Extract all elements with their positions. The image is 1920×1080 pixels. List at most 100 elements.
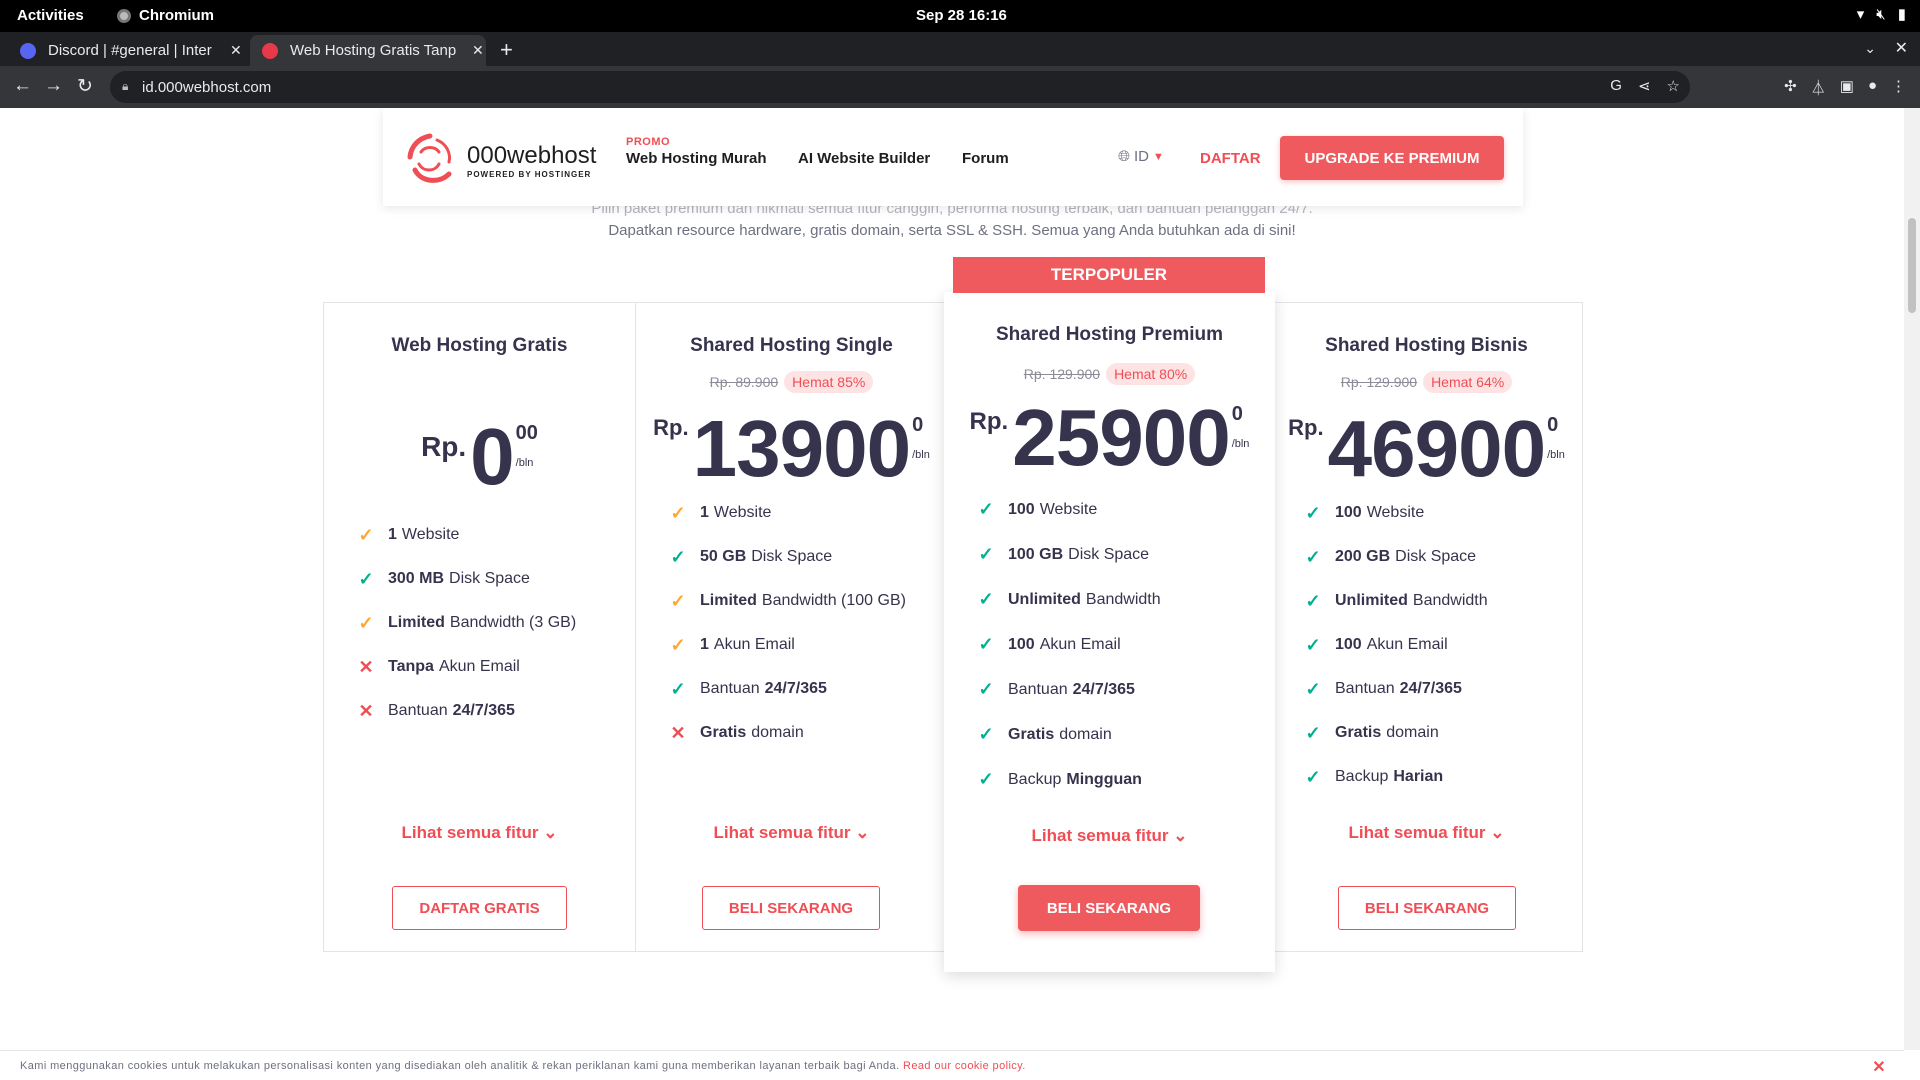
clock[interactable]: Sep 28 16:16 [916,7,1007,24]
see-all-features-link[interactable]: Lihat semua fitur ⌄ [636,823,947,843]
chevron-down-icon: ⌄ [1490,823,1505,842]
feature-item: ✓ 200 GB Disk Space [1303,535,1488,579]
upgrade-premium-button[interactable]: UPGRADE KE PREMIUM [1280,136,1504,180]
price-cents: 0 [1231,403,1243,425]
reload-icon[interactable]: ↻ [77,75,93,98]
scrollbar-thumb[interactable] [1908,218,1916,313]
feature-item: ✓ 50 GB Disk Space [668,535,906,579]
cross-icon: ✕ [358,656,374,677]
discord-icon [20,42,36,59]
side-panel-icon[interactable]: ▣ [1840,77,1854,98]
system-tray[interactable]: ▾ 🔇︎ ▮ [1857,6,1906,24]
cookie-banner: Kami menggunakan cookies untuk melakukan… [0,1050,1904,1080]
see-all-features-link[interactable]: Lihat semua fitur ⌄ [324,823,635,843]
plan-price: Rp. 13900 0 /bln [636,409,947,489]
tab-title: Discord | #general | Inter [48,42,212,59]
activities-button[interactable]: Activities [17,7,84,24]
feature-item: ✓ Bantuan 24/7/365 [668,667,906,711]
close-icon[interactable]: ✕ [1872,1057,1886,1077]
app-name: Chromium [139,7,214,24]
app-menu[interactable]: Chromium [117,7,214,24]
intro-line-2: Dapatkan resource hardware, gratis domai… [608,222,1296,239]
back-arrow-icon[interactable]: ← [13,75,32,97]
lab-flask-icon[interactable]: ⏃ [1811,77,1826,98]
extensions-puzzle-icon[interactable]: ✣ [1784,77,1797,98]
page-content: Pilih paket premium dan nikmati semua fi… [0,108,1904,1050]
buy-now-button[interactable]: BELI SEKARANG [1338,886,1516,930]
check-icon: ✓ [978,679,994,699]
feature-item: ✓ 100 Akun Email [1303,623,1488,667]
price-amount: 46900 [1327,404,1546,493]
feature-item: ✓ 1 Website [356,513,576,557]
nav-web-hosting-murah[interactable]: Web Hosting Murah [626,150,767,167]
see-all-features-link[interactable]: Lihat semua fitur ⌄ [944,826,1275,846]
check-icon: ✓ [358,612,374,633]
bookmark-star-icon[interactable]: ☆ [1667,77,1680,95]
nav-ai-website-builder[interactable]: AI Website Builder [798,150,930,167]
see-all-features-link[interactable]: Lihat semua fitur ⌄ [1271,823,1582,843]
discount-badge: Hemat 85% [784,371,874,393]
cookie-policy-link[interactable]: Read our cookie policy. [903,1060,1026,1072]
feature-item: ✕ Bantuan 24/7/365 [356,689,576,733]
check-icon: ✓ [670,590,686,611]
feature-item: ✓ Gratis domain [1303,711,1488,755]
tab-search-chevron-icon[interactable]: ⌄ [1864,40,1876,57]
signup-link[interactable]: DAFTAR [1200,150,1261,167]
check-icon: ✓ [1305,634,1321,655]
old-price-row: Rp. 129.900 Hemat 80% [944,363,1275,385]
close-tab-icon[interactable]: ✕ [230,42,242,59]
buy-now-button[interactable]: BELI SEKARANG [702,886,880,930]
menu-kebab-icon[interactable]: ⋮ [1891,77,1906,98]
lock-icon[interactable]: 🔒︎ [122,79,128,94]
plan-price: Rp. 25900 0 /bln [944,398,1275,478]
close-tab-icon[interactable]: ✕ [472,42,484,59]
webhost-favicon-icon [262,42,278,59]
plan-price: Rp. 0 00 /bln [324,417,635,497]
price-period: /bln [515,457,534,469]
share-icon[interactable]: ⋖ [1638,77,1651,95]
feature-item: ✓ 100 Website [1303,491,1488,535]
check-icon: ✓ [978,499,994,519]
nav-forum[interactable]: Forum [962,150,1009,167]
google-icon[interactable]: G [1610,77,1622,95]
forward-arrow-icon[interactable]: → [44,75,63,97]
chevron-down-icon: ⌄ [1173,826,1188,845]
check-icon: ✓ [670,502,686,523]
popular-badge: TERPOPULER [953,257,1265,293]
signup-free-button[interactable]: DAFTAR GRATIS [392,886,567,930]
feature-item: ✓ 100 Website [976,487,1161,532]
check-icon: ✓ [978,769,994,789]
window-close-icon[interactable]: ✕ [1895,38,1908,58]
plan-card-gratis: Web Hosting Gratis Rp. 0 00 /bln ✓ 1 Websi… [323,302,636,952]
buy-now-button[interactable]: BELI SEKARANG [1018,885,1200,931]
old-price: Rp. 89.900 [709,374,779,390]
url-text[interactable]: id.000webhost.com [142,79,271,96]
new-tab-plus-icon[interactable]: + [500,37,513,63]
page-scrollbar[interactable] [1904,108,1920,1050]
battery-icon: ▮ [1897,6,1906,23]
address-bar[interactable]: 🔒︎ id.000webhost.com G ⋖ ☆ [110,71,1690,103]
price-cents: 0 [912,414,924,436]
feature-item: ✓ Unlimited Bandwidth [1303,579,1487,623]
feature-item: ✓ 100 GB Disk Space [976,532,1161,577]
tab-webhosting[interactable]: Web Hosting Gratis Tanp ✕ [250,35,486,66]
feature-item: ✓ 1 Website [668,491,906,535]
price-period: /bln [1231,438,1250,450]
feature-list: ✓ 100 Website ✓ 100 GB Disk Space ✓ Unlimited… [976,487,1161,802]
000webhost-logo-icon[interactable] [401,130,459,188]
logo-name[interactable]: 000webhost [467,142,596,170]
promo-label: PROMO [626,136,671,148]
globe-icon: 🌐︎ [1118,148,1131,165]
tab-discord[interactable]: Discord | #general | Inter ✕ [8,35,248,66]
tab-strip: Discord | #general | Inter ✕ Web Hosting… [0,32,1920,66]
check-icon: ✓ [1305,590,1321,611]
language-selector[interactable]: 🌐︎ ID ▼ [1118,148,1164,165]
plan-title: Shared Hosting Single [690,335,893,356]
language-code: ID [1134,148,1150,165]
feature-item: ✓ Backup Mingguan [976,757,1161,802]
feature-item: ✓ Unlimited Bandwidth [976,577,1160,622]
browser-toolbar: ← → ↻ 🔒︎ id.000webhost.com G ⋖ ☆ ✣ ⏃ ▣ ●… [0,66,1920,108]
check-icon: ✓ [1305,502,1321,523]
profile-avatar-icon[interactable]: ● [1868,77,1877,98]
check-icon: ✓ [978,589,994,609]
